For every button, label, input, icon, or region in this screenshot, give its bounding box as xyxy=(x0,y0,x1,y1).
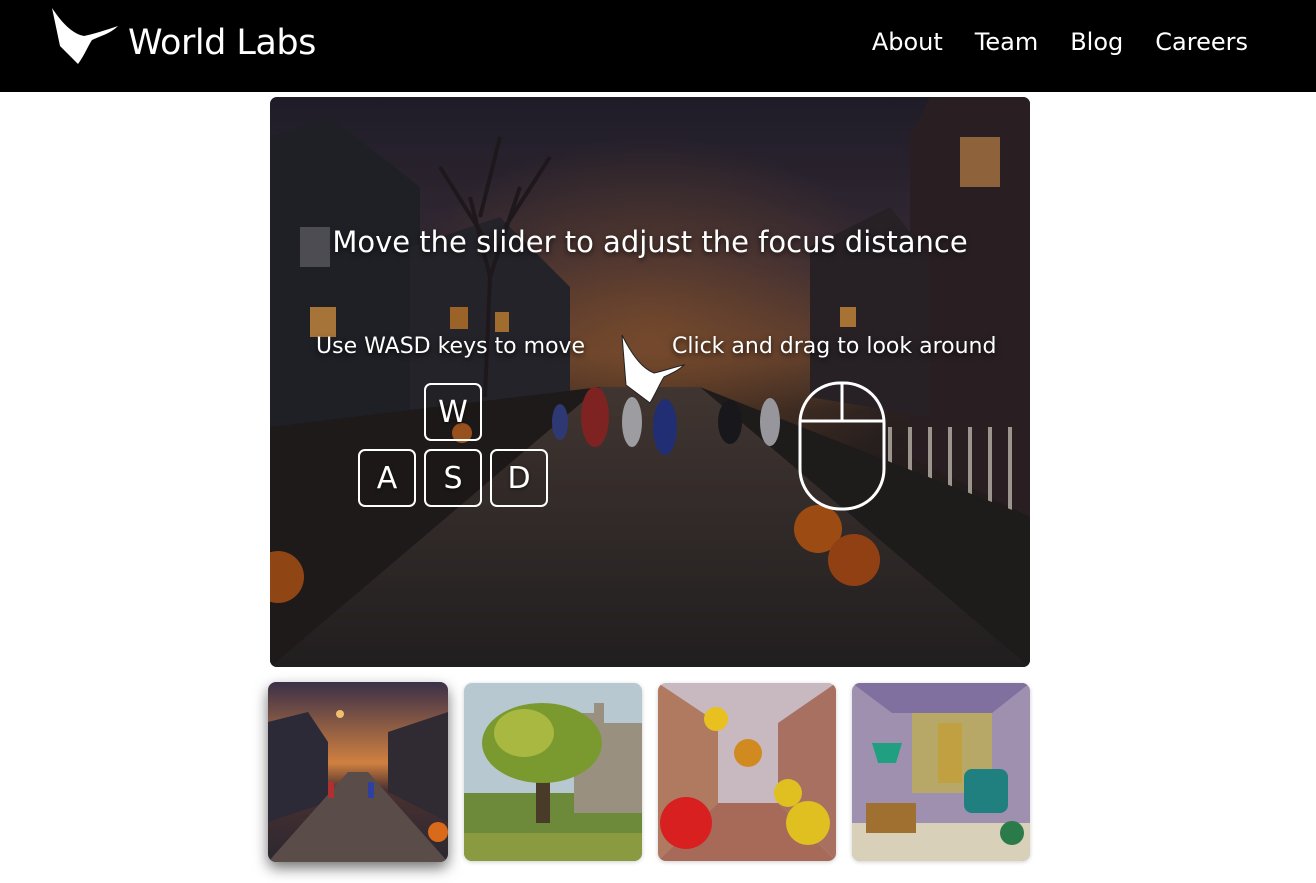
world-viewer-canvas[interactable]: Move the slider to adjust the focus dist… xyxy=(270,97,1030,667)
mouse-icon xyxy=(798,381,886,511)
brand-logo-link[interactable]: World Labs xyxy=(48,6,316,70)
nav-careers-link[interactable]: Careers xyxy=(1155,28,1248,56)
key-s[interactable]: S xyxy=(424,449,482,507)
top-navbar: World Labs About Team Blog Careers xyxy=(0,0,1316,92)
retro-room-scene xyxy=(852,683,1030,861)
world-labs-logo-icon xyxy=(52,8,118,64)
tree-castle-scene xyxy=(464,683,642,861)
nav-links: About Team Blog Careers xyxy=(872,28,1248,56)
polka-dot-alley-scene xyxy=(658,683,836,861)
brand-name: World Labs xyxy=(128,23,316,63)
key-a[interactable]: A xyxy=(358,449,416,507)
scene-thumbnail-halloween[interactable] xyxy=(268,682,448,862)
scene-thumbnail-room[interactable] xyxy=(852,683,1030,861)
scene-thumbnail-castle[interactable] xyxy=(464,683,642,861)
wasd-hint: Use WASD keys to move xyxy=(316,334,586,359)
focus-distance-hint: Move the slider to adjust the focus dist… xyxy=(332,225,968,259)
scene-thumbnail-polka-dots[interactable] xyxy=(658,683,836,861)
nav-blog-link[interactable]: Blog xyxy=(1070,28,1123,56)
nav-team-link[interactable]: Team xyxy=(975,28,1038,56)
halloween-street-scene xyxy=(268,682,448,862)
drag-hint: Click and drag to look around xyxy=(672,334,997,359)
key-d[interactable]: D xyxy=(490,449,548,507)
world-labs-logo-icon xyxy=(621,334,686,404)
nav-about-link[interactable]: About xyxy=(872,28,943,56)
key-w[interactable]: W xyxy=(424,383,482,441)
